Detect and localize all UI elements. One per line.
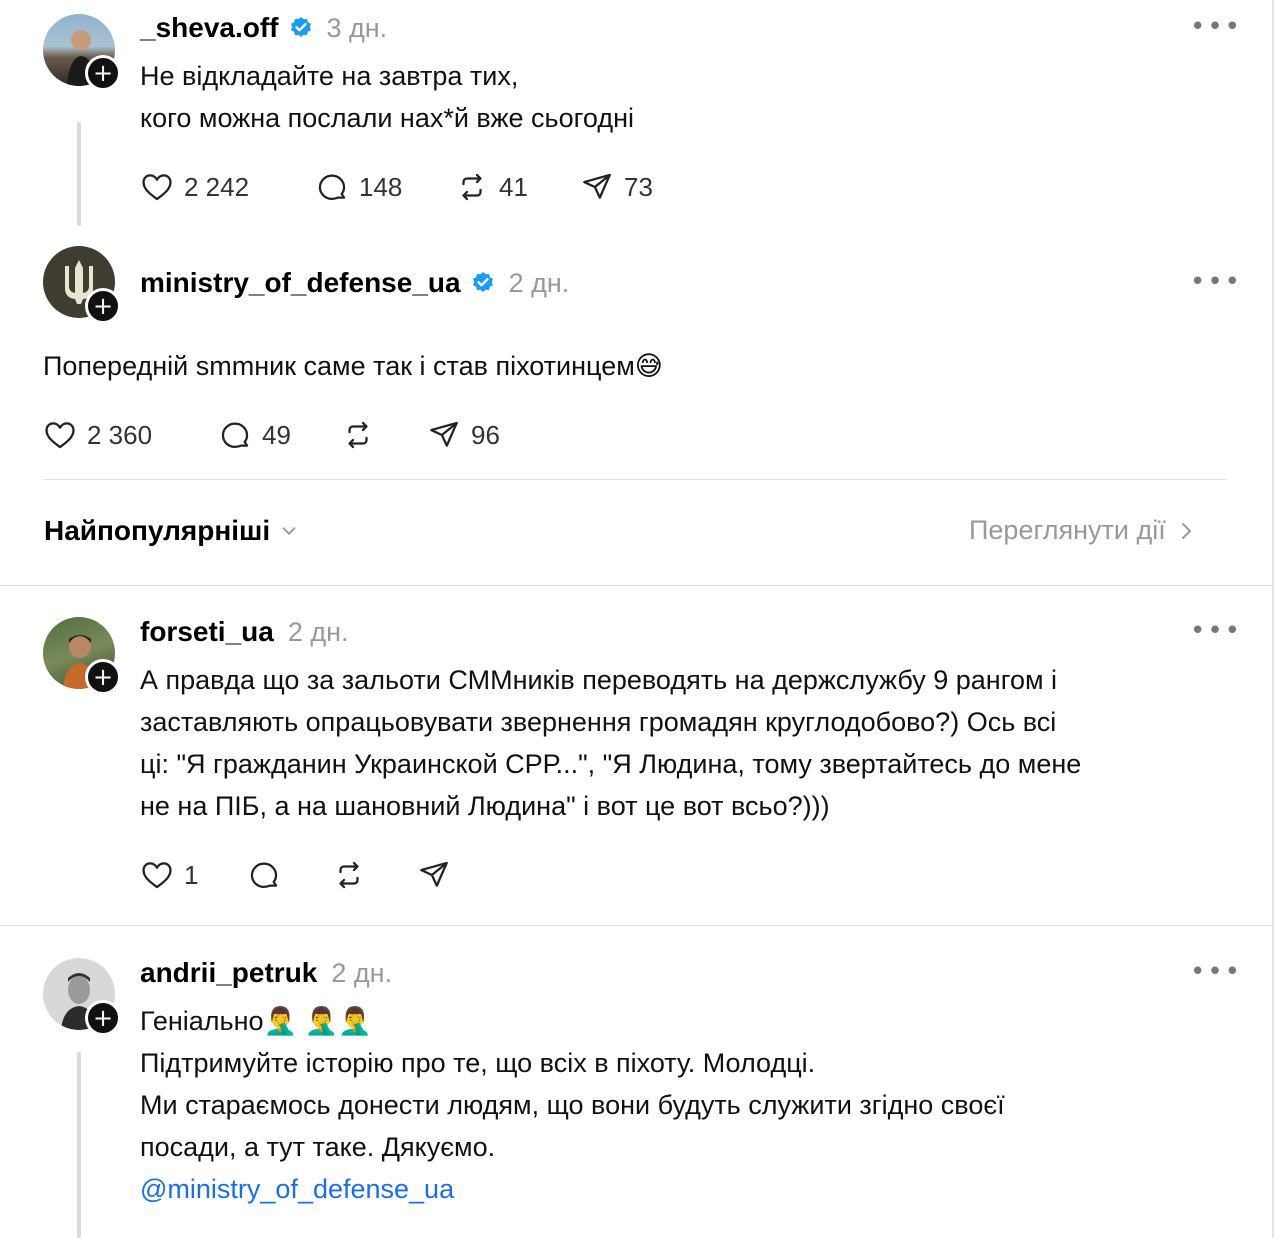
username[interactable]: andrii_petruk: [140, 957, 317, 989]
sort-dropdown[interactable]: Найпопулярніші: [44, 515, 300, 547]
reply-actions: 1: [140, 855, 451, 895]
share-count: 96: [471, 419, 500, 450]
repost-button[interactable]: 41: [455, 170, 580, 204]
heart-icon: [142, 174, 172, 201]
view-activity-label: Переглянути дії: [969, 515, 1166, 545]
thread-line: [77, 122, 81, 226]
like-button[interactable]: 2 360: [43, 418, 218, 452]
post-actions: 2 242 148 41 73: [140, 167, 653, 207]
reply-text-line: заставляють опрацьовувати звернення гром…: [140, 707, 1057, 737]
follow-plus-button[interactable]: +: [85, 55, 121, 91]
reply-count: 148: [359, 171, 403, 202]
chevron-down-icon: [282, 527, 296, 535]
chevron-right-icon: [1181, 522, 1191, 539]
verified-badge-icon: [472, 272, 493, 292]
view-activity-link[interactable]: Переглянути дії: [969, 515, 1198, 546]
reply-header: andrii_petruk 2 дн.: [140, 953, 392, 993]
post-text-line: кого можна послали нах*й вже сьогодні: [140, 103, 634, 133]
like-button[interactable]: 1: [140, 858, 247, 892]
reply-count: 49: [262, 419, 291, 450]
verified-badge-icon: [290, 17, 311, 37]
reply-text-line: Геніально🤦‍♂️ 🤦‍♂️🤦‍♂️: [140, 1006, 372, 1036]
timestamp: 2 дн.: [508, 267, 570, 298]
share-button[interactable]: 73: [580, 170, 653, 204]
like-count: 1: [184, 859, 199, 890]
reply-header: forseti_ua 2 дн.: [140, 612, 349, 652]
repost-button[interactable]: [341, 418, 427, 452]
follow-plus-button[interactable]: +: [85, 1000, 121, 1036]
follow-plus-button[interactable]: +: [85, 288, 121, 324]
post-text: Попередній smmник саме так і став піхоти…: [43, 351, 663, 381]
username[interactable]: ministry_of_defense_ua: [140, 267, 461, 299]
share-button[interactable]: [417, 858, 451, 892]
post-header: ministry_of_defense_ua 2 дн.: [140, 263, 569, 303]
reply-button[interactable]: 49: [218, 418, 341, 452]
repost-icon: [348, 421, 368, 449]
post-header: _sheva.off 3 дн.: [140, 8, 387, 48]
thread-line: [77, 1052, 81, 1238]
follow-plus-button[interactable]: +: [85, 659, 121, 695]
reply-text-line: ці: "Я гражданин Украинской СРР...", "Я …: [140, 749, 1082, 779]
more-options-icon[interactable]: •••: [1190, 957, 1242, 987]
like-count: 2 360: [87, 419, 153, 450]
comment-icon: [221, 422, 249, 449]
sort-label: Найпопулярніші: [44, 515, 271, 546]
username[interactable]: forseti_ua: [140, 616, 274, 648]
more-options-icon[interactable]: •••: [1190, 267, 1242, 297]
username[interactable]: _sheva.off: [140, 12, 279, 44]
repost-button[interactable]: [332, 858, 417, 892]
send-icon: [420, 861, 448, 887]
divider: [43, 479, 1226, 480]
reply-text-line: А правда що за зальоти СММників переводя…: [140, 665, 1058, 695]
comment-icon: [250, 862, 278, 889]
share-button[interactable]: 96: [427, 418, 500, 452]
mention-link[interactable]: @ministry_of_defense_ua: [140, 1168, 454, 1210]
repost-count: 41: [499, 171, 528, 202]
reply-text-line: Ми стараємось донести людям, що вони буд…: [140, 1090, 1005, 1120]
reply-text-line: посади, а тут таке. Дякуємо.: [140, 1132, 496, 1162]
comment-icon: [318, 174, 346, 201]
send-icon: [430, 421, 458, 447]
more-options-icon[interactable]: •••: [1190, 616, 1242, 646]
more-options-icon[interactable]: •••: [1190, 12, 1242, 42]
timestamp: 2 дн.: [287, 616, 349, 647]
reply-text-line: не на ПІБ, а на шановний Людина" і вот ц…: [140, 791, 830, 821]
post-text-line: Не відкладайте на завтра тих,: [140, 61, 519, 91]
post-actions: 2 360 49 96: [43, 415, 500, 455]
repost-icon: [462, 173, 482, 201]
timestamp: 2 дн.: [331, 957, 393, 988]
reply-button[interactable]: [247, 858, 332, 892]
like-count: 2 242: [184, 171, 250, 202]
heart-icon: [45, 422, 75, 449]
like-button[interactable]: 2 242: [140, 170, 315, 204]
divider: [0, 925, 1272, 926]
send-icon: [583, 173, 611, 199]
timestamp: 3 дн.: [326, 12, 388, 43]
repost-icon: [339, 861, 359, 889]
heart-icon: [142, 862, 172, 889]
share-count: 73: [624, 171, 653, 202]
divider: [0, 585, 1272, 586]
reply-text-line: Підтримуйте історію про те, що всіх в пі…: [140, 1048, 816, 1078]
reply-button[interactable]: 148: [315, 170, 455, 204]
